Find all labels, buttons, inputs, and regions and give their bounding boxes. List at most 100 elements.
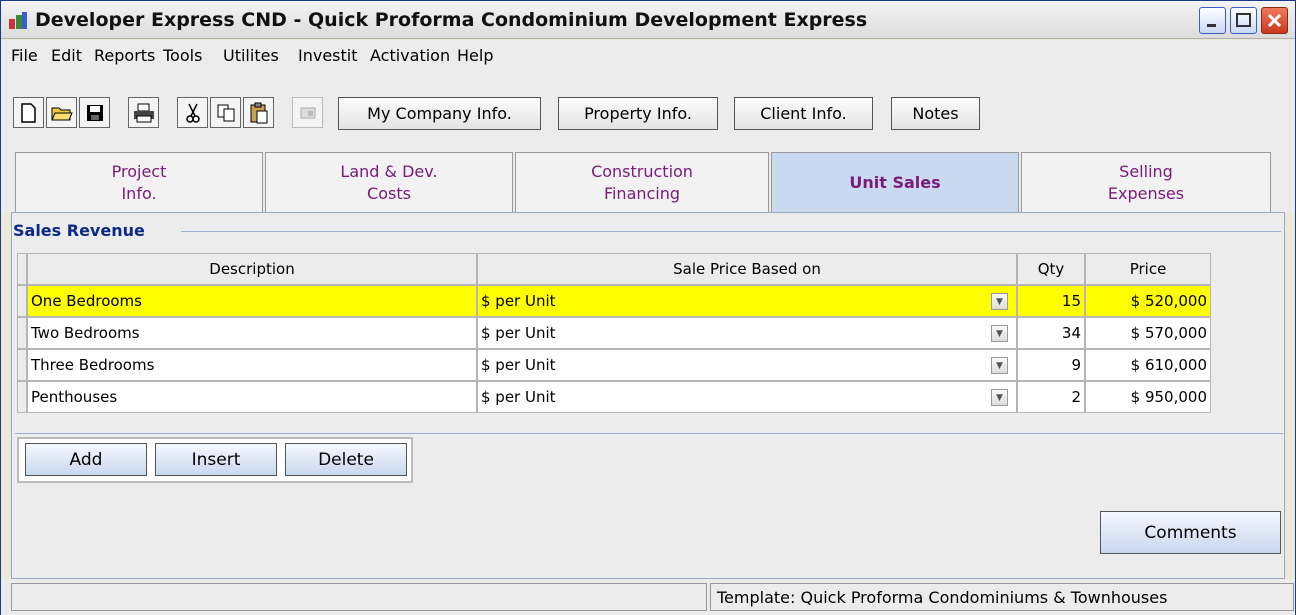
price-cell[interactable]: $ 570,000 — [1085, 317, 1211, 349]
toolbar: My Company Info. Property Info. Client I… — [1, 72, 1295, 152]
tab-label-line1: Project — [111, 161, 167, 181]
table-row[interactable]: Penthouses $ per Unit ▼ 2 $ 950,000 — [17, 381, 1257, 413]
table-row[interactable]: One Bedrooms $ per Unit ▼ 15 $ 520,000 — [17, 285, 1257, 317]
print-icon — [133, 103, 154, 122]
status-template: Template: Quick Proforma Condominiums & … — [710, 583, 1294, 611]
status-panel-left — [11, 583, 707, 611]
tab-label-line2: Costs — [367, 183, 411, 203]
tab-unit-sales[interactable]: Unit Sales — [771, 152, 1019, 212]
paste-icon — [250, 102, 267, 123]
my-company-info-button[interactable]: My Company Info. — [338, 97, 541, 130]
cut-button[interactable] — [177, 97, 208, 128]
sale-basis-cell[interactable]: $ per Unit ▼ — [477, 285, 1017, 317]
disabled-tool-button[interactable] — [292, 97, 323, 128]
sale-basis-cell[interactable]: $ per Unit ▼ — [477, 317, 1017, 349]
save-icon — [86, 104, 103, 121]
tab-label-line2: Expenses — [1107, 183, 1185, 203]
qty-cell[interactable]: 34 — [1017, 317, 1085, 349]
tab-label: Land & Dev. Costs — [340, 161, 437, 205]
title-bar[interactable]: Developer Express CND - Quick Proforma C… — [1, 1, 1295, 39]
sale-basis-value: $ per Unit — [481, 324, 556, 342]
maximize-button[interactable] — [1230, 7, 1257, 34]
save-button[interactable] — [79, 97, 110, 128]
tab-land-dev-costs[interactable]: Land & Dev. Costs — [265, 152, 513, 212]
paste-button[interactable] — [243, 97, 274, 128]
open-folder-icon — [50, 107, 73, 120]
grid-divider — [15, 433, 1283, 434]
menu-investit[interactable]: Investit — [298, 46, 358, 65]
qty-cell[interactable]: 15 — [1017, 285, 1085, 317]
new-button[interactable] — [13, 97, 44, 128]
tab-label-line2: Info. — [121, 183, 157, 203]
menu-activation[interactable]: Activation — [370, 46, 450, 65]
insert-button[interactable]: Insert — [155, 443, 277, 476]
print-button[interactable] — [128, 97, 159, 128]
property-info-button[interactable]: Property Info. — [558, 97, 718, 130]
menu-reports[interactable]: Reports — [94, 46, 155, 65]
tab-label: Unit Sales — [849, 172, 941, 192]
column-header-sale-price[interactable]: Sale Price Based on — [477, 253, 1017, 285]
row-handle[interactable] — [17, 381, 27, 413]
grid-header: Description Sale Price Based on Qty Pric… — [17, 253, 1257, 285]
price-cell[interactable]: $ 520,000 — [1085, 285, 1211, 317]
tab-label: Project Info. — [112, 161, 167, 205]
row-handle[interactable] — [17, 317, 27, 349]
dropdown-arrow-icon[interactable]: ▼ — [991, 293, 1008, 310]
description-cell[interactable]: Penthouses — [27, 381, 477, 413]
client-info-button[interactable]: Client Info. — [734, 97, 873, 130]
description-cell[interactable]: Two Bedrooms — [27, 317, 477, 349]
tab-label-line2: Financing — [603, 183, 681, 203]
dropdown-arrow-icon[interactable]: ▼ — [991, 389, 1008, 406]
tab-label-line1: Land & Dev. — [340, 161, 438, 181]
section-title: Sales Revenue — [13, 221, 151, 240]
menu-tools[interactable]: Tools — [163, 46, 202, 65]
dropdown-arrow-icon[interactable]: ▼ — [991, 325, 1008, 342]
tab-label-line1: Selling — [1119, 161, 1173, 181]
qty-cell[interactable]: 9 — [1017, 349, 1085, 381]
close-button[interactable] — [1261, 7, 1288, 34]
copy-button[interactable] — [210, 97, 241, 128]
notes-button[interactable]: Notes — [891, 97, 980, 130]
table-row[interactable]: Two Bedrooms $ per Unit ▼ 34 $ 570,000 — [17, 317, 1257, 349]
app-window: Developer Express CND - Quick Proforma C… — [0, 0, 1296, 615]
price-cell[interactable]: $ 610,000 — [1085, 349, 1211, 381]
comments-button[interactable]: Comments — [1100, 511, 1281, 554]
delete-button[interactable]: Delete — [285, 443, 407, 476]
tab-label-line1: Construction — [591, 161, 693, 181]
minimize-icon — [1207, 24, 1216, 27]
tab-selling-expenses[interactable]: Selling Expenses — [1021, 152, 1271, 212]
window-title: Developer Express CND - Quick Proforma C… — [35, 9, 868, 31]
menu-utilites[interactable]: Utilites — [223, 46, 279, 65]
dropdown-arrow-icon[interactable]: ▼ — [991, 357, 1008, 374]
app-logo-icon — [9, 12, 27, 29]
table-row[interactable]: Three Bedrooms $ per Unit ▼ 9 $ 610,000 — [17, 349, 1257, 381]
row-handle[interactable] — [17, 349, 27, 381]
column-header-price[interactable]: Price — [1085, 253, 1211, 285]
tab-label: Construction Financing — [591, 161, 693, 205]
qty-cell[interactable]: 2 — [1017, 381, 1085, 413]
description-cell[interactable]: Three Bedrooms — [27, 349, 477, 381]
sale-basis-value: $ per Unit — [481, 292, 556, 310]
open-button[interactable] — [46, 97, 77, 128]
price-cell[interactable]: $ 950,000 — [1085, 381, 1211, 413]
menu-help[interactable]: Help — [457, 46, 493, 65]
description-cell[interactable]: One Bedrooms — [27, 285, 477, 317]
menu-edit[interactable]: Edit — [51, 46, 82, 65]
tab-construction-financing[interactable]: Construction Financing — [515, 152, 769, 212]
minimize-button[interactable] — [1199, 7, 1226, 34]
sale-basis-cell[interactable]: $ per Unit ▼ — [477, 349, 1017, 381]
menu-file[interactable]: File — [11, 46, 38, 65]
row-handle[interactable] — [17, 285, 27, 317]
sale-basis-cell[interactable]: $ per Unit ▼ — [477, 381, 1017, 413]
sale-basis-value: $ per Unit — [481, 356, 556, 374]
tab-label: Selling Expenses — [1108, 161, 1184, 205]
column-header-qty[interactable]: Qty — [1017, 253, 1085, 285]
add-button[interactable]: Add — [25, 443, 147, 476]
disabled-tool-icon — [300, 107, 315, 118]
status-bar: Template: Quick Proforma Condominiums & … — [1, 579, 1295, 615]
cut-icon — [185, 103, 200, 123]
section-divider — [181, 231, 1281, 232]
column-header-description[interactable]: Description — [27, 253, 477, 285]
new-document-icon — [20, 102, 36, 123]
tab-project-info[interactable]: Project Info. — [15, 152, 263, 212]
